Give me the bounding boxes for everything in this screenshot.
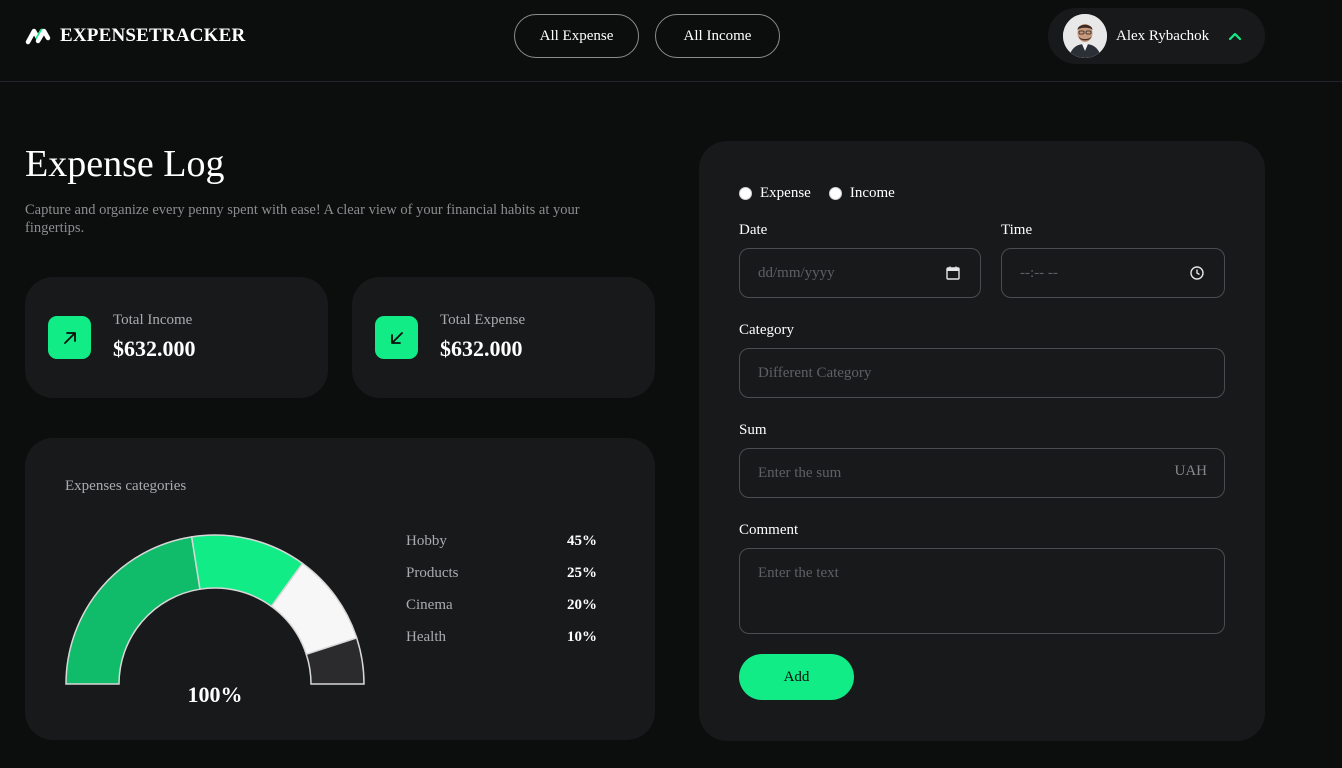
time-placeholder: --:-- -- xyxy=(1020,264,1058,281)
calendar-icon[interactable] xyxy=(946,266,960,280)
legend-value: 20% xyxy=(567,597,597,613)
add-button[interactable]: Add xyxy=(739,654,854,700)
currency-unit: UAH xyxy=(1174,463,1208,479)
logo[interactable]: EXPENSETRACKER xyxy=(25,25,245,47)
legend-label: Hobby xyxy=(406,533,447,549)
chevron-up-icon[interactable] xyxy=(1227,30,1243,42)
gauge-segment-hobby xyxy=(65,535,201,685)
total-income-label: Total Income xyxy=(113,312,193,328)
add-transaction-form: Expense Income Date dd/mm/yyyy Time --:-… xyxy=(699,141,1265,741)
category-placeholder: Different Category xyxy=(758,364,872,381)
date-label: Date xyxy=(739,222,768,238)
legend-value: 10% xyxy=(567,629,597,645)
user-menu[interactable]: Alex Rybachok xyxy=(1048,8,1265,64)
type-selector: Expense Income xyxy=(739,185,913,202)
avatar-image xyxy=(1063,14,1107,58)
avatar xyxy=(1063,14,1107,58)
total-income-value: $632.000 xyxy=(113,336,196,361)
legend-value: 25% xyxy=(567,565,597,581)
legend-row-health: Health 10% xyxy=(406,629,606,661)
comment-label: Comment xyxy=(739,522,799,538)
legend-label: Health xyxy=(406,629,446,645)
total-expense-label: Total Expense xyxy=(440,312,526,328)
total-expense-card: Total Expense $632.000 xyxy=(352,277,655,398)
expense-radio[interactable] xyxy=(739,187,752,200)
page-title: Expense Log xyxy=(25,143,225,185)
legend-label: Cinema xyxy=(406,597,453,613)
total-expense-value: $632.000 xyxy=(440,336,523,361)
comment-textarea[interactable]: Enter the text xyxy=(739,548,1225,634)
time-field[interactable]: --:-- -- xyxy=(1001,248,1225,298)
legend-value: 45% xyxy=(567,533,597,549)
user-name: Alex Rybachok xyxy=(1116,27,1210,44)
legend-row-hobby: Hobby 45% xyxy=(406,533,606,565)
income-radio-label[interactable]: Income xyxy=(850,185,895,202)
sum-placeholder: Enter the sum xyxy=(758,464,842,481)
logo-icon xyxy=(25,28,51,45)
category-field[interactable]: Different Category xyxy=(739,348,1225,398)
app-name: EXPENSETRACKER xyxy=(60,25,246,46)
arrow-up-right-icon xyxy=(48,316,91,359)
legend-row-products: Products 25% xyxy=(406,565,606,597)
sum-label: Sum xyxy=(739,422,767,438)
arrow-down-left-icon xyxy=(375,316,418,359)
categories-gauge xyxy=(65,534,365,685)
date-placeholder: dd/mm/yyyy xyxy=(758,264,835,281)
legend-row-cinema: Cinema 20% xyxy=(406,597,606,629)
chart-title: Expenses categories xyxy=(65,478,187,494)
sum-field[interactable]: Enter the sum UAH xyxy=(739,448,1225,498)
categories-legend: Hobby 45% Products 25% Cinema 20% Health… xyxy=(406,533,606,661)
clock-icon[interactable] xyxy=(1190,266,1204,280)
page-subtitle: Capture and organize every penny spent w… xyxy=(25,202,580,236)
time-label: Time xyxy=(1001,222,1033,238)
all-income-button[interactable]: All Income xyxy=(655,14,780,58)
date-field[interactable]: dd/mm/yyyy xyxy=(739,248,981,298)
expenses-categories-card: Expenses categories 100% Hobby 45% Produ… xyxy=(25,438,655,740)
expense-radio-label[interactable]: Expense xyxy=(760,185,811,202)
header: EXPENSETRACKER All Expense All Income Al… xyxy=(0,0,1342,82)
gauge-total: 100% xyxy=(187,682,243,707)
all-expense-button[interactable]: All Expense xyxy=(514,14,639,58)
legend-label: Products xyxy=(406,565,459,581)
total-income-card: Total Income $632.000 xyxy=(25,277,328,398)
income-radio[interactable] xyxy=(828,187,842,200)
category-label: Category xyxy=(739,322,794,338)
comment-placeholder: Enter the text xyxy=(758,565,839,581)
